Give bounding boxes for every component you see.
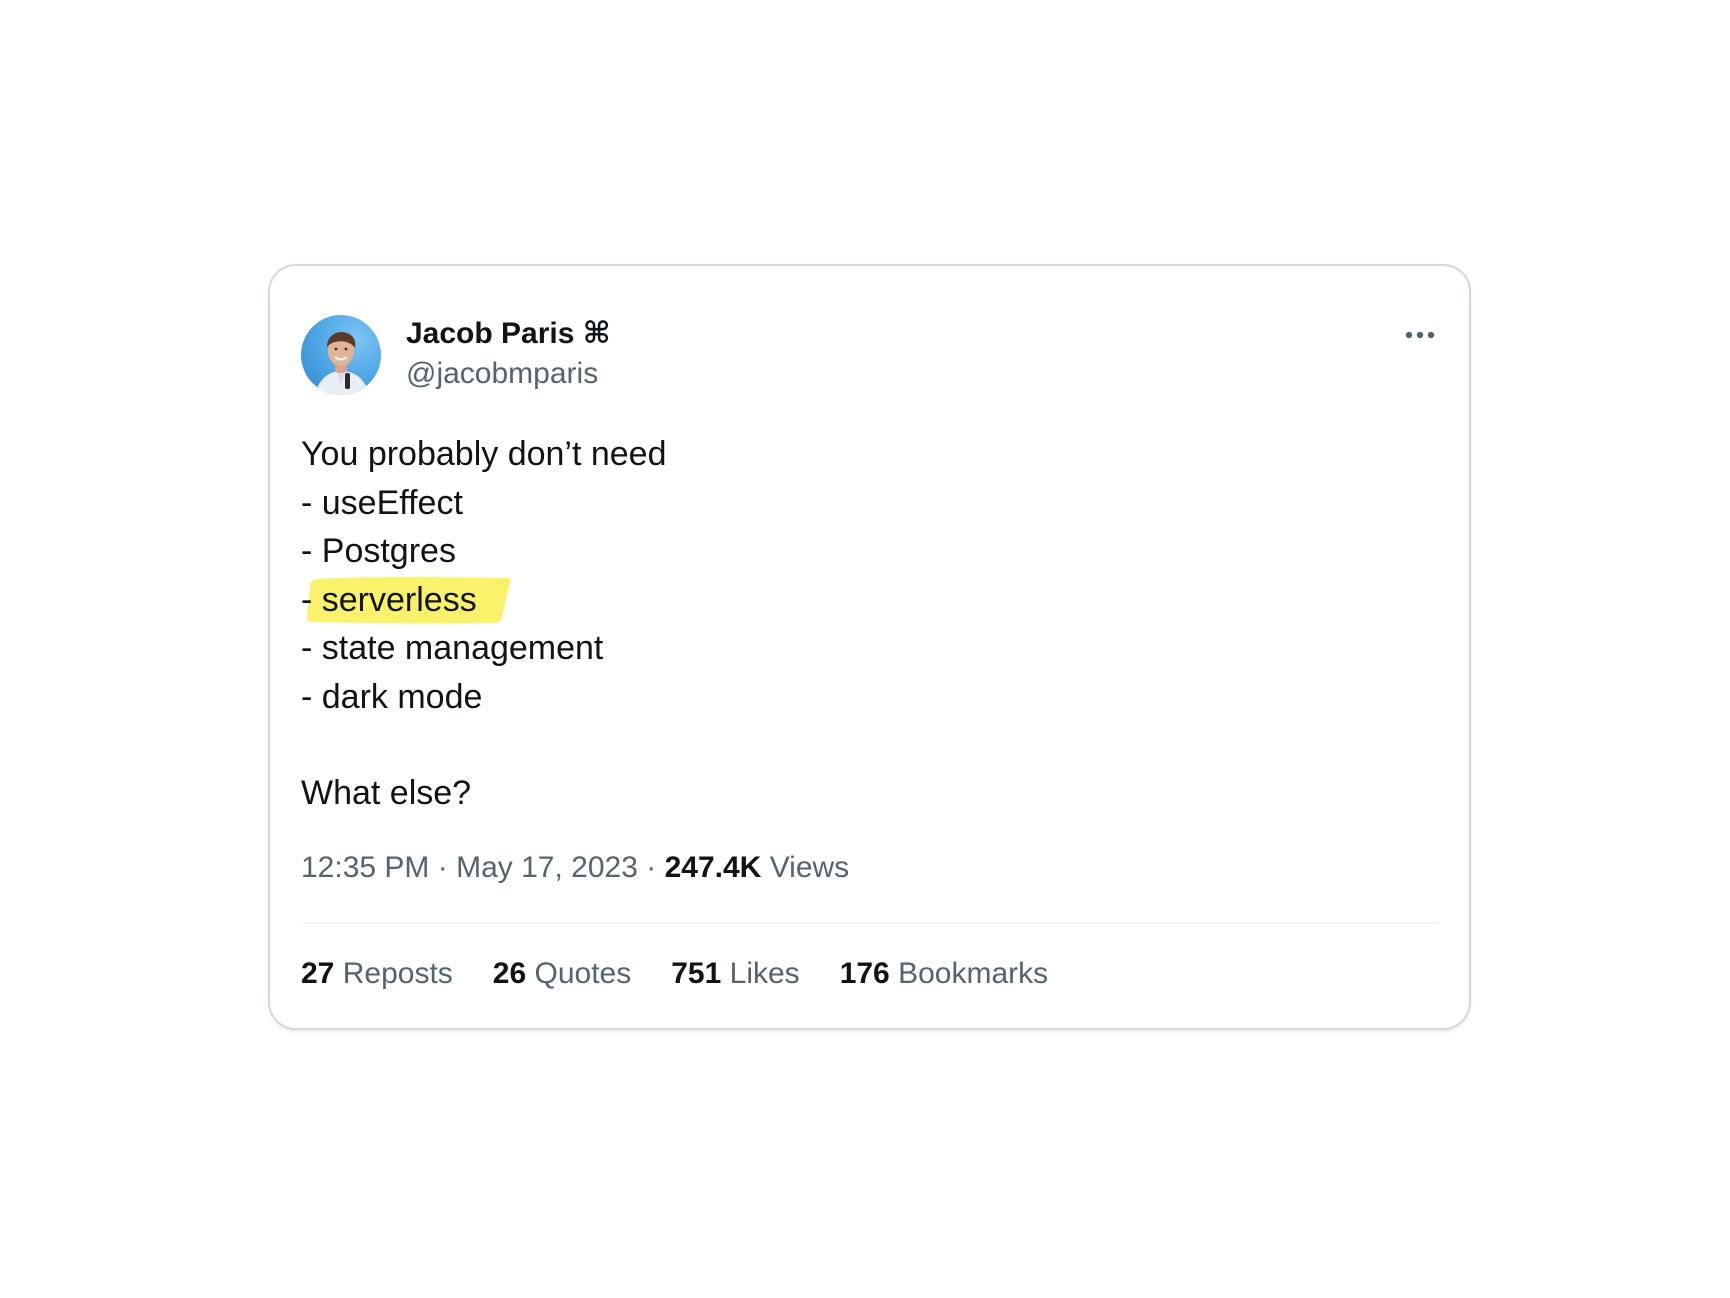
highlighted-text: - serverless xyxy=(301,580,477,619)
stat-bookmarks[interactable]: 176 Bookmarks xyxy=(840,956,1048,992)
stat-quotes[interactable]: 26 Quotes xyxy=(493,956,631,992)
tweet-text-line: You probably don’t need xyxy=(301,435,667,473)
stat-likes[interactable]: 751 Likes xyxy=(671,956,799,992)
tweet-text-line: What else? xyxy=(301,774,472,812)
stat-reposts[interactable]: 27 Reposts xyxy=(301,956,453,992)
stat-count: 27 xyxy=(301,957,335,990)
tweet-text-line: - dark mode xyxy=(301,677,483,716)
tweet-text-line: - Postgres xyxy=(301,532,456,570)
stat-label: Likes xyxy=(729,957,800,990)
stat-label: Reposts xyxy=(342,957,453,990)
views-label: Views xyxy=(769,851,850,884)
tweet-text-blank-line xyxy=(301,721,667,769)
profile-photo-icon xyxy=(315,331,369,395)
tweet-text-line-highlighted: - serverless xyxy=(301,576,667,625)
tweet-text-line: - state management xyxy=(301,629,604,667)
engagement-stats: 27 Reposts 26 Quotes 751 Likes 176 Bookm… xyxy=(301,956,1048,992)
more-horizontal-icon xyxy=(1405,331,1435,339)
stat-count: 751 xyxy=(671,957,722,990)
tweet-text-line: - useEffect xyxy=(301,483,463,522)
divider xyxy=(301,922,1439,924)
stat-count: 26 xyxy=(492,957,527,990)
stat-count: 176 xyxy=(839,957,890,990)
stat-label: Bookmarks xyxy=(898,957,1049,990)
tweet-meta: 12:35 PM · May 17, 2023 · 247.4K Views xyxy=(301,850,849,886)
views-count: 247.4K xyxy=(664,851,762,884)
tweet-card: Jacob Paris ⌘ @jacobmparis You probably … xyxy=(268,264,1471,1030)
stat-label: Quotes xyxy=(534,957,632,990)
tweet-text: You probably don’t need - useEffect - Po… xyxy=(301,430,667,818)
tweet-time[interactable]: 12:35 PM xyxy=(301,851,429,884)
author-display-name[interactable]: Jacob Paris ⌘ xyxy=(406,316,611,352)
meta-separator: · xyxy=(437,851,448,884)
meta-separator: · xyxy=(646,851,657,884)
more-options-button[interactable] xyxy=(1397,320,1443,350)
tweet-date[interactable]: May 17, 2023 xyxy=(456,851,638,884)
author-handle[interactable]: @jacobmparis xyxy=(406,356,598,392)
text-highlight: - serverless xyxy=(301,576,511,625)
avatar[interactable] xyxy=(301,315,381,395)
